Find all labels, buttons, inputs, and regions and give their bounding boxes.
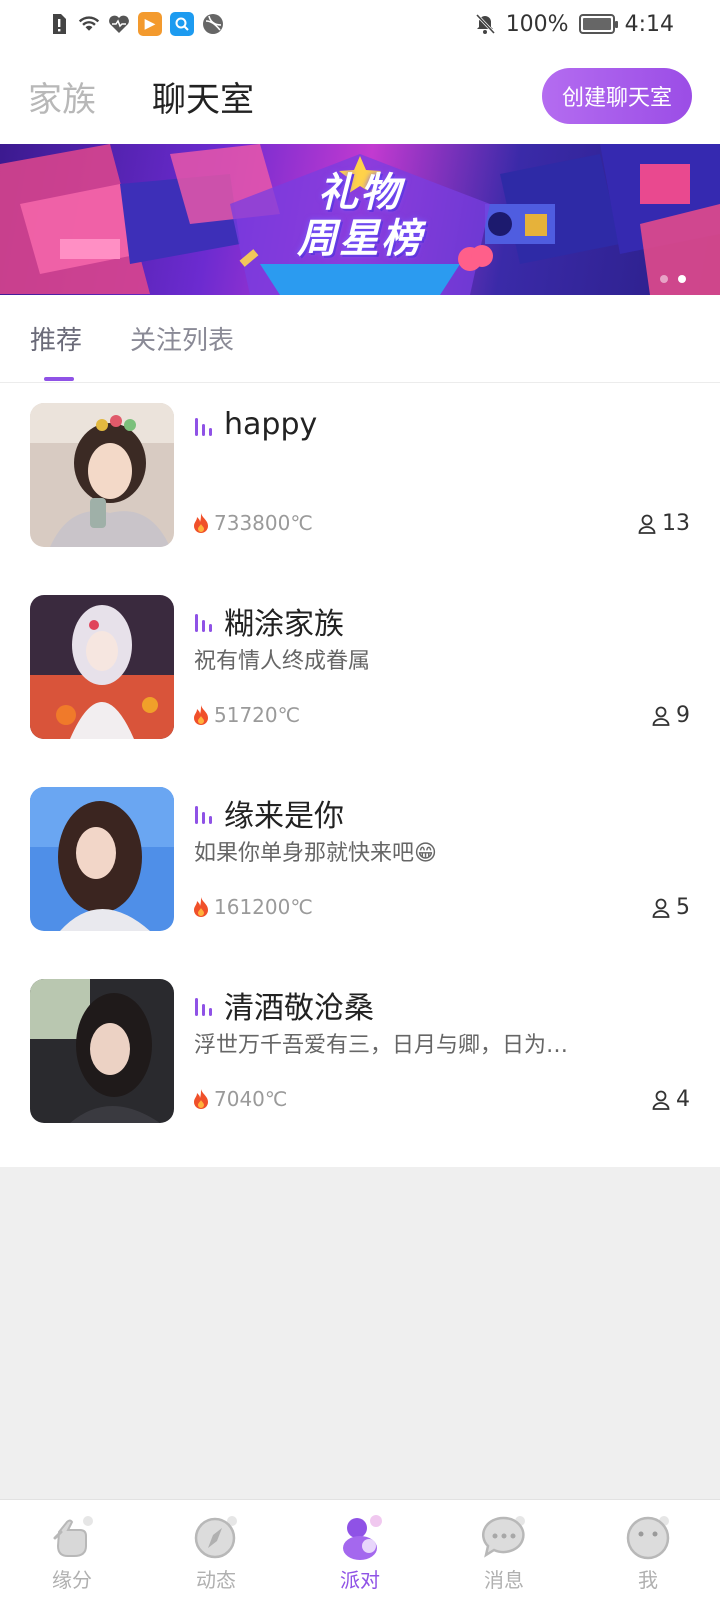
room-heat-value: 733800℃ bbox=[214, 511, 313, 535]
audio-wave-icon bbox=[195, 614, 212, 632]
banner-pagination bbox=[660, 275, 686, 283]
create-chatroom-button[interactable]: 创建聊天室 bbox=[541, 68, 692, 124]
tab-following[interactable]: 关注列表 bbox=[130, 295, 234, 383]
chat-bubble-icon bbox=[479, 1512, 529, 1562]
room-member-count: 9 bbox=[676, 703, 690, 728]
room-card[interactable]: 清酒敬沧桑 浮世万千吾爱有三，日月与卿，日为… 7040℃ 4 bbox=[0, 971, 720, 1167]
room-heat: 733800℃ bbox=[192, 511, 313, 535]
banner-dot[interactable] bbox=[660, 275, 668, 283]
room-description: 浮世万千吾爱有三，日月与卿，日为… bbox=[194, 1033, 569, 1058]
room-heat: 161200℃ bbox=[192, 895, 313, 919]
video-app-icon: ▶ bbox=[138, 12, 162, 36]
nav-item-me[interactable]: 我 bbox=[576, 1500, 720, 1600]
tab-recommend-label: 推荐 bbox=[30, 326, 83, 356]
hand-icon bbox=[47, 1512, 97, 1562]
room-subtabs: 推荐 关注列表 bbox=[0, 295, 720, 383]
room-avatar bbox=[30, 403, 174, 547]
room-list: happy 733800℃ 13 糊涂家族 祝有情人终成眷属 51720℃ 9 … bbox=[0, 383, 720, 1167]
room-name: happy bbox=[224, 407, 318, 442]
fire-icon bbox=[194, 705, 208, 725]
battery-icon bbox=[578, 14, 618, 34]
fire-icon bbox=[194, 1089, 208, 1109]
profile-face-icon bbox=[623, 1512, 673, 1562]
banner-title-line1: 礼物 bbox=[318, 170, 402, 216]
nav-item-fate[interactable]: 缘分 bbox=[0, 1500, 144, 1600]
sim-alert-icon bbox=[48, 13, 70, 35]
tab-recommend[interactable]: 推荐 bbox=[30, 295, 82, 383]
tab-family[interactable]: 家族 bbox=[28, 72, 96, 121]
status-bar: ▶ 100% 4:14 bbox=[0, 0, 720, 48]
mute-bell-icon bbox=[474, 13, 496, 35]
room-description: 如果你单身那就快来吧😁 bbox=[194, 841, 437, 866]
room-members: 13 bbox=[638, 511, 690, 536]
room-members: 4 bbox=[652, 1087, 690, 1112]
promo-banner[interactable]: 礼物 周星榜 bbox=[0, 144, 720, 295]
person-icon bbox=[652, 706, 670, 726]
room-members: 5 bbox=[652, 895, 690, 920]
battery-text: 100% bbox=[505, 11, 569, 37]
room-title: happy bbox=[194, 407, 317, 442]
room-heat-value: 51720℃ bbox=[214, 703, 301, 727]
nav-label: 动态 bbox=[196, 1568, 236, 1592]
room-avatar bbox=[30, 787, 174, 931]
room-member-count: 5 bbox=[676, 895, 690, 920]
room-member-count: 13 bbox=[662, 511, 690, 536]
room-members: 9 bbox=[652, 703, 690, 728]
nav-label: 缘分 bbox=[52, 1568, 92, 1592]
party-icon bbox=[335, 1512, 385, 1562]
person-icon bbox=[652, 1090, 670, 1110]
room-heat-value: 161200℃ bbox=[214, 895, 313, 919]
room-title: 清酒敬沧桑 bbox=[194, 983, 374, 1027]
banner-title-line2: 周星榜 bbox=[297, 216, 423, 262]
wifi-icon bbox=[78, 13, 100, 35]
room-card[interactable]: 糊涂家族 祝有情人终成眷属 51720℃ 9 bbox=[0, 579, 720, 775]
browser-app-icon bbox=[202, 13, 224, 35]
nav-label: 我 bbox=[638, 1568, 658, 1592]
room-heat: 51720℃ bbox=[192, 703, 300, 727]
room-name: 缘来是你 bbox=[224, 799, 344, 834]
fire-icon bbox=[194, 897, 208, 917]
nav-item-moments[interactable]: 动态 bbox=[144, 1500, 288, 1600]
tab-chatroom[interactable]: 聊天室 bbox=[152, 72, 254, 121]
room-heat: 7040℃ bbox=[192, 1087, 287, 1111]
room-name: 清酒敬沧桑 bbox=[224, 991, 374, 1026]
audio-wave-icon bbox=[195, 806, 212, 824]
room-title: 糊涂家族 bbox=[194, 599, 344, 643]
tab-following-label: 关注列表 bbox=[130, 326, 235, 356]
fire-icon bbox=[194, 513, 208, 533]
audio-wave-icon bbox=[195, 998, 212, 1016]
nav-label: 消息 bbox=[484, 1568, 524, 1592]
room-heat-value: 7040℃ bbox=[214, 1087, 288, 1111]
room-avatar bbox=[30, 979, 174, 1123]
room-title: 缘来是你 bbox=[194, 791, 344, 835]
banner-dot-active[interactable] bbox=[678, 275, 686, 283]
search-app-icon bbox=[170, 12, 194, 36]
person-icon bbox=[638, 514, 656, 534]
room-card[interactable]: happy 733800℃ 13 bbox=[0, 383, 720, 579]
room-card[interactable]: 缘来是你 如果你单身那就快来吧😁 161200℃ 5 bbox=[0, 775, 720, 971]
top-header: 家族 聊天室 创建聊天室 bbox=[0, 48, 720, 144]
room-avatar bbox=[30, 595, 174, 739]
nav-label: 派对 bbox=[340, 1568, 380, 1592]
clock: 4:14 bbox=[624, 11, 674, 37]
nav-item-party[interactable]: 派对 bbox=[288, 1500, 432, 1600]
room-member-count: 4 bbox=[676, 1087, 690, 1112]
health-icon bbox=[108, 13, 130, 35]
bottom-nav: 缘分 动态 派对 消息 我 bbox=[0, 1499, 720, 1600]
person-icon bbox=[652, 898, 670, 918]
banner-title: 礼物 周星榜 bbox=[0, 170, 720, 262]
compass-icon bbox=[191, 1512, 241, 1562]
nav-item-messages[interactable]: 消息 bbox=[432, 1500, 576, 1600]
room-description: 祝有情人终成眷属 bbox=[194, 649, 371, 674]
room-name: 糊涂家族 bbox=[224, 607, 344, 642]
audio-wave-icon bbox=[195, 417, 212, 436]
